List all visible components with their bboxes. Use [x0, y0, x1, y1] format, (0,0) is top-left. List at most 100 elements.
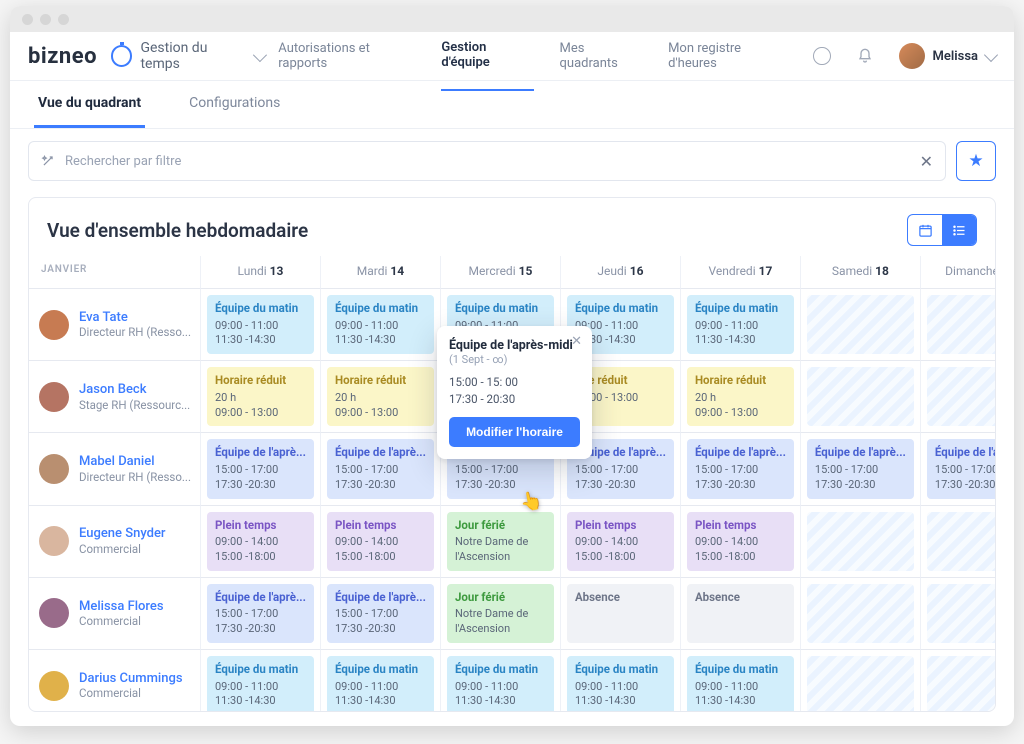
shift-cell[interactable]: Jour fériéNotre Dame del'Ascension [441, 506, 561, 578]
shift-cell[interactable]: Équipe de l'aprè...15:00 - 17:0017:30 -2… [321, 578, 441, 650]
shift-cell[interactable]: Équipe du matin09:00 - 11:0011:30 -14:30 [681, 650, 801, 711]
shift-cell[interactable]: Équipe de l'aprè...15:00 - 17:0017:30 -2… [921, 433, 995, 505]
tab-configurations[interactable]: Configurations [185, 81, 284, 128]
shift-cell[interactable] [921, 361, 995, 433]
person-cell[interactable]: Mabel DanielDirecteur RH (Resso... [29, 433, 201, 505]
shift-block[interactable] [927, 367, 995, 426]
shift-cell[interactable] [921, 506, 995, 578]
shift-block[interactable]: Équipe du matin09:00 - 11:0011:30 -14:30 [687, 295, 794, 354]
shift-block[interactable]: Équipe de l'aprè...15:00 - 17:0017:30 -2… [687, 439, 794, 498]
nav-item-registre-heures[interactable]: Mon registre d'heures [668, 41, 787, 71]
shift-block[interactable]: Plein temps09:00 - 14:0015:00 -18:00 [207, 512, 314, 571]
shift-cell[interactable]: Équipe de l'aprè...15:00 - 17:0017:30 -2… [321, 433, 441, 505]
shift-cell[interactable]: Équipe du matin09:00 - 11:0011:30 -14:30 [681, 289, 801, 361]
shift-block[interactable]: Équipe du matin09:00 - 11:0011:30 -14:30 [207, 295, 314, 354]
person-cell[interactable]: Darius CummingsCommercial [29, 650, 201, 711]
shift-cell[interactable]: Horaire réduit20 h09:00 - 13:00 [681, 361, 801, 433]
shift-cell[interactable] [921, 650, 995, 711]
shift-cell[interactable] [801, 650, 921, 711]
shift-cell[interactable]: Équipe de l'aprè...15:00 - 17:0017:30 -2… [681, 433, 801, 505]
edit-schedule-button[interactable]: Modifier l'horaire [449, 417, 580, 447]
shift-cell[interactable]: Jour fériéNotre Dame del'Ascension [441, 578, 561, 650]
shift-block[interactable]: Équipe du matin09:00 - 11:0011:30 -14:30 [567, 656, 674, 711]
shift-block[interactable]: Horaire réduit20 h09:00 - 13:00 [687, 367, 794, 426]
person-cell[interactable]: Eva TateDirecteur RH (Resso... [29, 289, 201, 361]
shift-block[interactable]: Équipe de l'aprè...15:00 - 17:0017:30 -2… [807, 439, 914, 498]
nav-item-mes-quadrants[interactable]: Mes quadrants [560, 41, 643, 71]
person-cell[interactable]: Eugene SnyderCommercial [29, 506, 201, 578]
shift-block[interactable] [807, 295, 914, 354]
person-name[interactable]: Melissa Flores [79, 599, 164, 615]
shift-block[interactable] [807, 512, 914, 571]
shift-cell[interactable]: Absence [681, 578, 801, 650]
shift-cell[interactable]: Équipe du matin09:00 - 11:0011:30 -14:30 [201, 289, 321, 361]
shift-cell[interactable]: Équipe du matin09:00 - 11:0011:30 -14:30 [321, 650, 441, 711]
shift-block[interactable]: Équipe de l'aprè...15:00 - 17:0017:30 -2… [207, 439, 314, 498]
shift-cell[interactable] [921, 289, 995, 361]
shift-cell[interactable] [801, 289, 921, 361]
favorite-filter-button[interactable]: ★ [956, 141, 996, 181]
shift-block[interactable]: Équipe du matin09:00 - 11:0011:30 -14:30 [327, 656, 434, 711]
person-cell[interactable]: Jason BeckStage RH (Ressourc... [29, 361, 201, 433]
shift-block[interactable]: Équipe de l'aprè...15:00 - 17:0017:30 -2… [207, 584, 314, 643]
shift-cell[interactable] [801, 578, 921, 650]
shift-cell[interactable]: Horaire réduit20 h09:00 - 13:00 [201, 361, 321, 433]
shift-block[interactable] [807, 656, 914, 711]
popover-close-button[interactable]: ✕ [571, 334, 582, 349]
shift-cell[interactable]: Équipe du matin09:00 - 11:0011:30 -14:30 [201, 650, 321, 711]
shift-cell[interactable] [801, 361, 921, 433]
shift-block[interactable]: Équipe du matin09:00 - 11:0011:30 -14:30 [327, 295, 434, 354]
window-min-dot[interactable] [40, 14, 51, 25]
view-calendar-button[interactable] [908, 215, 942, 245]
shift-cell[interactable]: Équipe de l'aprè...15:00 - 17:0017:30 -2… [201, 578, 321, 650]
shift-block[interactable]: Équipe du matin09:00 - 11:0011:30 -14:30 [687, 656, 794, 711]
person-name[interactable]: Darius Cummings [79, 671, 183, 687]
clear-filter-button[interactable]: ✕ [920, 152, 933, 171]
shift-cell[interactable]: Plein temps09:00 - 14:0015:00 -18:00 [321, 506, 441, 578]
shift-block[interactable] [927, 295, 995, 354]
shift-cell[interactable] [801, 506, 921, 578]
shift-cell[interactable]: Plein temps09:00 - 14:0015:00 -18:00 [201, 506, 321, 578]
shift-cell[interactable]: Équipe de l'aprè...15:00 - 17:0017:30 -2… [801, 433, 921, 505]
shift-block[interactable]: Horaire réduit20 h09:00 - 13:00 [207, 367, 314, 426]
notification-bell-icon[interactable] [857, 48, 873, 64]
window-close-dot[interactable] [22, 14, 33, 25]
shift-block[interactable]: Équipe de l'aprè...15:00 - 17:0017:30 -2… [927, 439, 995, 498]
shift-block[interactable]: Jour fériéNotre Dame del'Ascension [447, 584, 554, 643]
shift-cell[interactable]: Équipe de l'aprè...15:00 - 17:0017:30 -2… [201, 433, 321, 505]
shift-cell[interactable]: Horaire réduit20 h09:00 - 13:00 [321, 361, 441, 433]
person-cell[interactable]: Melissa FloresCommercial [29, 578, 201, 650]
help-icon[interactable] [813, 47, 830, 65]
shift-block[interactable] [927, 584, 995, 643]
shift-block[interactable]: Équipe du matin09:00 - 11:0011:30 -14:30 [207, 656, 314, 711]
shift-cell[interactable]: Équipe du matin09:00 - 11:0011:30 -14:30 [561, 650, 681, 711]
module-selector[interactable]: Gestion du temps [111, 40, 264, 72]
shift-cell[interactable]: Plein temps09:00 - 14:0015:00 -18:00 [561, 506, 681, 578]
shift-block[interactable] [927, 512, 995, 571]
shift-block[interactable] [927, 656, 995, 711]
shift-cell[interactable] [921, 578, 995, 650]
window-max-dot[interactable] [58, 14, 69, 25]
shift-block[interactable]: Absence [567, 584, 674, 643]
shift-block[interactable]: Plein temps09:00 - 14:0015:00 -18:00 [687, 512, 794, 571]
nav-item-autorisations[interactable]: Autorisations et rapports [278, 41, 415, 71]
user-menu[interactable]: Melissa [899, 43, 996, 69]
person-name[interactable]: Eugene Snyder [79, 526, 166, 542]
person-name[interactable]: Mabel Daniel [79, 454, 191, 470]
shift-block[interactable]: Jour fériéNotre Dame del'Ascension [447, 512, 554, 571]
shift-block[interactable]: Équipe de l'aprè...15:00 - 17:0017:30 -2… [327, 584, 434, 643]
shift-block[interactable]: Équipe de l'aprè...15:00 - 17:0017:30 -2… [327, 439, 434, 498]
filter-search[interactable]: Rechercher par filtre ✕ [28, 141, 946, 181]
shift-block[interactable]: Équipe du matin09:00 - 11:0011:30 -14:30 [447, 656, 554, 711]
shift-block[interactable]: Plein temps09:00 - 14:0015:00 -18:00 [567, 512, 674, 571]
shift-cell[interactable]: Équipe du matin09:00 - 11:0011:30 -14:30 [321, 289, 441, 361]
shift-block[interactable]: Absence [687, 584, 794, 643]
shift-block[interactable]: Plein temps09:00 - 14:0015:00 -18:00 [327, 512, 434, 571]
shift-cell[interactable]: Absence [561, 578, 681, 650]
shift-cell[interactable]: Équipe du matin09:00 - 11:0011:30 -14:30 [441, 650, 561, 711]
shift-cell[interactable]: Plein temps09:00 - 14:0015:00 -18:00 [681, 506, 801, 578]
view-list-button[interactable] [942, 215, 976, 245]
shift-block[interactable] [807, 584, 914, 643]
person-name[interactable]: Jason Beck [79, 382, 190, 398]
shift-block[interactable] [807, 367, 914, 426]
